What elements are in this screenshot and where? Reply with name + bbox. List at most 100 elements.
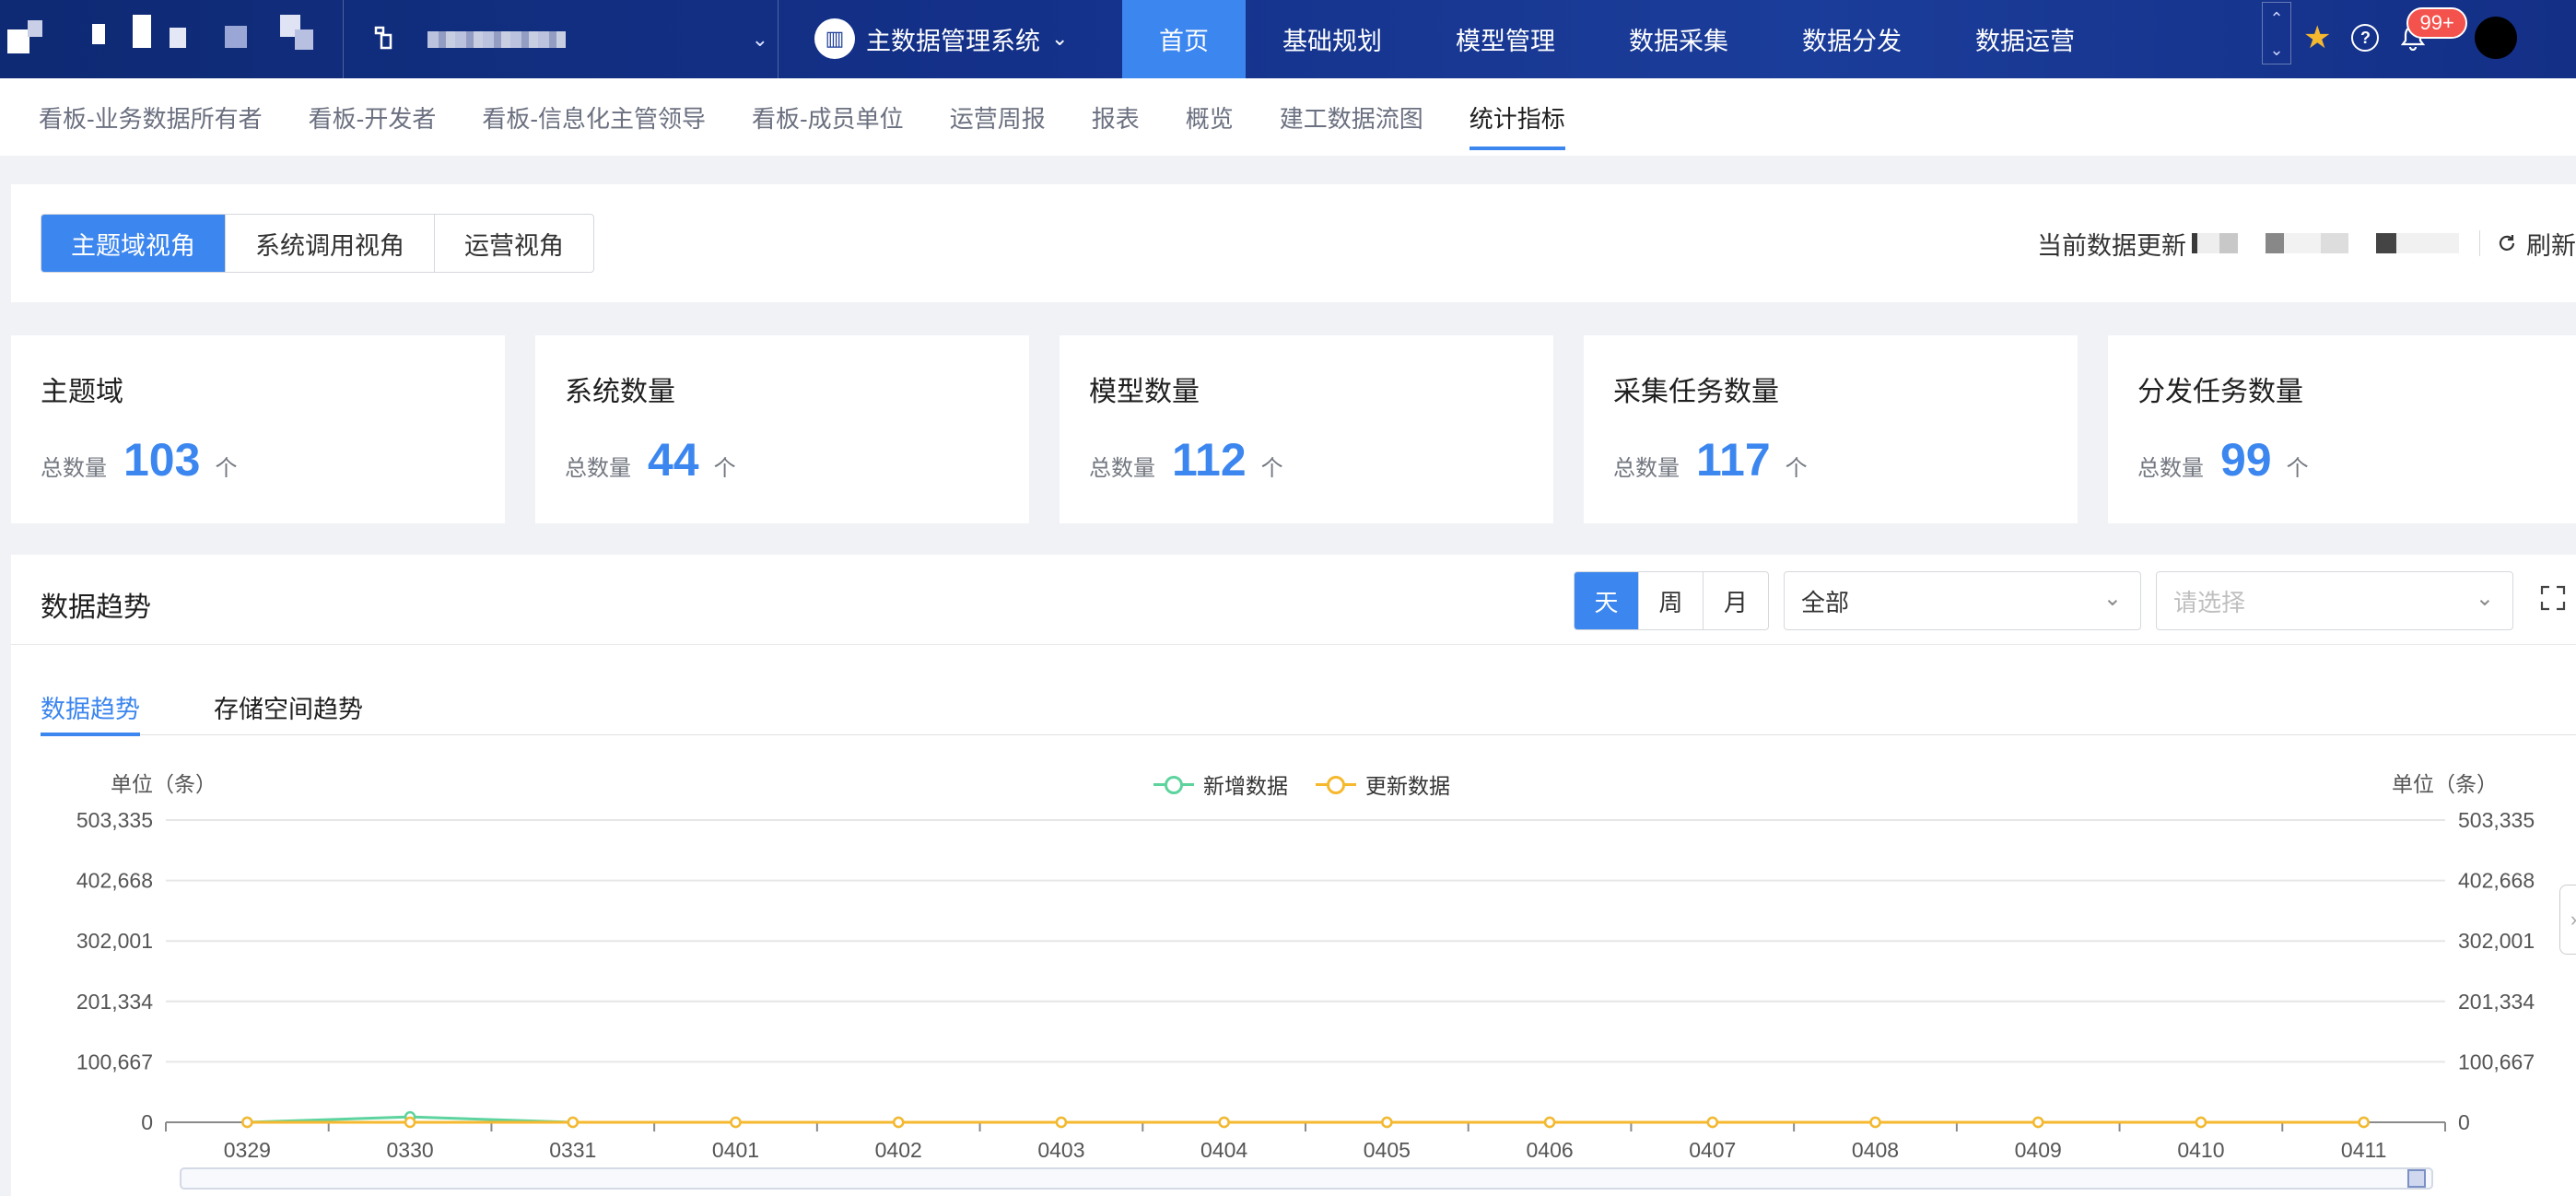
dashboard-tab[interactable]: 看板-开发者 xyxy=(309,78,437,156)
x-tick-label: 0331 xyxy=(549,1138,596,1162)
side-panel-toggle[interactable]: › xyxy=(2559,885,2576,955)
view-segmented-control: 主题域视角 系统调用视角 运营视角 xyxy=(41,214,594,273)
stat-card: 采集任务数量 总数量 117 个 xyxy=(1584,335,2078,523)
stat-unit: 个 xyxy=(1260,456,1283,481)
dashboard-tab[interactable]: 统计指标 xyxy=(1469,78,1565,156)
dashboard-tab[interactable]: 建工数据流图 xyxy=(1280,78,1423,156)
stat-unit: 个 xyxy=(215,456,238,481)
stat-value: 99 xyxy=(2220,434,2272,486)
chevron-down-icon[interactable]: ⌄ xyxy=(2263,34,2290,65)
x-tick-label: 0403 xyxy=(1037,1138,1084,1162)
data-point xyxy=(1706,1116,1719,1129)
refresh-icon xyxy=(2499,235,2515,251)
view-option[interactable]: 系统调用视角 xyxy=(226,215,435,272)
refresh-button[interactable]: 刷新 xyxy=(2497,226,2576,262)
y-tick-label-right: 503,335 xyxy=(2458,808,2535,832)
x-tick-label: 0330 xyxy=(386,1138,433,1162)
y-tick-label-left: 503,335 xyxy=(76,808,153,832)
data-trend-card: 数据趋势 天周月 全部 ⌄ 请选择 ⌄ 数据趋势 存储空间趋势 单位（条） 单位（… xyxy=(11,555,2576,1196)
chevron-up-icon[interactable]: ⌃ xyxy=(2263,3,2290,34)
y-tick-label-right: 100,667 xyxy=(2458,1049,2535,1073)
notification-bell-icon[interactable]: 99+ xyxy=(2399,7,2467,52)
update-label: 当前数据更新 xyxy=(2037,231,2186,260)
tenant-name-masked xyxy=(427,31,566,48)
stat-card: 系统数量 总数量 44 个 xyxy=(535,335,1029,523)
chevron-down-icon: ⌄ xyxy=(751,28,768,51)
data-point xyxy=(1055,1116,1068,1129)
y-tick-label-left: 402,668 xyxy=(76,869,153,893)
data-trend-chart: 0 0 100,667 100,667 201,334 201,334 302,001 302… xyxy=(76,808,2535,1190)
menu-item[interactable]: 数据采集 xyxy=(1592,0,1765,78)
view-selector-card: 主题域视角 系统调用视角 运营视角 当前数据更新 刷新 xyxy=(11,184,2576,302)
menu-item[interactable]: 数据分发 xyxy=(1765,0,1938,78)
stat-title: 系统数量 xyxy=(565,377,675,407)
dashboard-tab[interactable]: 报表 xyxy=(1092,78,1140,156)
x-tick-label: 0402 xyxy=(875,1138,922,1162)
nav-divider xyxy=(343,0,344,78)
y-tick-label-right: 201,334 xyxy=(2458,990,2535,1014)
menu-scroll[interactable]: ⌃ ⌄ xyxy=(2262,2,2291,64)
x-tick-label: 0408 xyxy=(1852,1138,1899,1162)
data-point xyxy=(2358,1116,2370,1129)
stat-row: 总数量 103 个 xyxy=(41,433,237,487)
help-icon[interactable]: ? xyxy=(2351,24,2380,52)
dashboard-tabs: 看板-业务数据所有者 看板-开发者 看板-信息化主管领导 看板-成员单位 运营周报 报表概… xyxy=(0,78,2576,156)
notification-badge: 99+ xyxy=(2406,7,2467,39)
x-tick-label: 0406 xyxy=(1526,1138,1573,1162)
user-avatar[interactable] xyxy=(2475,17,2518,59)
x-tick-label: 0401 xyxy=(712,1138,759,1162)
system-switcher[interactable]: ▥ 主数据管理系统 ⌄ xyxy=(814,13,1068,64)
stat-row: 总数量 99 个 xyxy=(2137,433,2309,487)
stat-unit: 个 xyxy=(2286,456,2309,481)
y-tick-label-left: 302,001 xyxy=(76,929,153,953)
data-point xyxy=(730,1116,742,1129)
y-tick-label-left: 0 xyxy=(141,1110,153,1134)
system-logo-icon: ▥ xyxy=(814,18,855,59)
stat-card: 分发任务数量 总数量 99 个 xyxy=(2108,335,2576,523)
x-tick-label: 0409 xyxy=(2015,1138,2062,1162)
view-option[interactable]: 运营视角 xyxy=(435,215,593,272)
stat-row: 总数量 117 个 xyxy=(1613,433,1808,487)
stat-card: 模型数量总数量 112 个 xyxy=(1060,335,1553,523)
nav-divider xyxy=(778,0,779,78)
dashboard-tab[interactable]: 概览 xyxy=(1186,78,1234,156)
stat-unit: 个 xyxy=(1785,456,1808,481)
y-tick-label-left: 201,334 xyxy=(76,990,153,1014)
zoom-slider xyxy=(180,1167,2433,1190)
stat-row: 总数量 112 个 xyxy=(1089,433,1283,487)
menu-item[interactable]: 数据运营 xyxy=(1938,0,2112,78)
dashboard-tab[interactable]: 运营周报 xyxy=(950,78,1046,156)
menu-item[interactable]: 模型管理 xyxy=(1419,0,1592,78)
stat-title: 主题域 xyxy=(41,377,123,407)
data-point xyxy=(404,1116,416,1129)
stat-label: 总数量 xyxy=(41,456,107,481)
stat-label: 总数量 xyxy=(1089,456,1155,481)
menu-item[interactable]: 首页 xyxy=(1122,0,1246,78)
view-option[interactable]: 主题域视角 xyxy=(41,215,226,272)
tenant-selector[interactable]: ⌄ xyxy=(372,20,768,57)
update-timestamp-masked xyxy=(2192,233,2459,253)
x-tick-label: 0329 xyxy=(224,1138,271,1162)
chevron-down-icon: ⌄ xyxy=(1051,27,1069,50)
data-point xyxy=(567,1116,580,1129)
dashboard-tab[interactable]: 看板-信息化主管领导 xyxy=(482,78,706,156)
x-tick-label: 0407 xyxy=(1689,1138,1736,1162)
divider xyxy=(2479,230,2480,256)
system-name: 主数据管理系统 xyxy=(866,27,1040,55)
dashboard-tab[interactable]: 看板-业务数据所有者 xyxy=(39,78,263,156)
stat-value: 103 xyxy=(123,434,201,486)
stat-label: 总数量 xyxy=(1613,456,1680,481)
favorite-star-icon[interactable]: ★ xyxy=(2303,19,2331,56)
dashboard-tab[interactable]: 看板-成员单位 xyxy=(752,78,904,156)
x-tick-label: 0405 xyxy=(1364,1138,1411,1162)
data-point xyxy=(1381,1116,1393,1129)
stat-card: 主题域总数量 103 个 xyxy=(11,335,505,523)
data-point xyxy=(1869,1116,1881,1129)
update-info: 当前数据更新 刷新 xyxy=(2037,225,2576,262)
stat-value: 112 xyxy=(1172,434,1247,486)
stat-title: 模型数量 xyxy=(1089,377,1200,407)
menu-item[interactable]: 基础规划 xyxy=(1246,0,1419,78)
stat-unit: 个 xyxy=(713,456,736,481)
refresh-label: 刷新 xyxy=(2526,231,2576,260)
zoom-handle xyxy=(2407,1169,2426,1188)
